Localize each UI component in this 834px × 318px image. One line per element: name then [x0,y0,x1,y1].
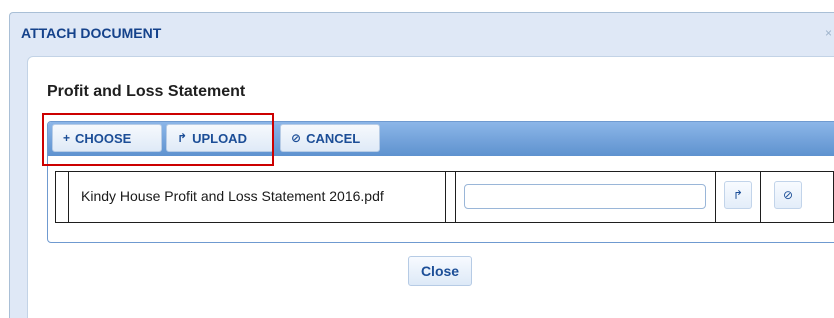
upload-icon: ↱ [732,188,744,202]
column-divider [445,172,446,222]
plus-icon: + [63,131,71,145]
dialog-title: ATTACH DOCUMENT [21,25,162,41]
close-icon[interactable]: × [825,26,832,40]
choose-button-label: CHOOSE [75,130,132,146]
file-upload-button[interactable]: ↱ [724,181,752,209]
cancel-icon: ⊘ [782,188,794,202]
uploader-toolbar: + CHOOSE ↱ UPLOAD ⊘ CANCEL [48,122,834,156]
upload-icon: ↱ [177,131,188,145]
column-divider [715,172,716,222]
section-title: Profit and Loss Statement [47,83,246,100]
file-uploader: + CHOOSE ↱ UPLOAD ⊘ CANCEL Kindy House P… [47,121,834,243]
page: ATTACH DOCUMENT × Profit and Loss Statem… [0,0,834,318]
upload-button-label: UPLOAD [192,130,247,146]
column-divider [455,172,456,222]
upload-button[interactable]: ↱ UPLOAD [166,124,274,152]
cancel-button-label: CANCEL [306,130,361,146]
file-name: Kindy House Profit and Loss Statement 20… [81,188,384,204]
column-divider [68,172,69,222]
cancel-icon: ⊘ [291,131,302,145]
file-row: Kindy House Profit and Loss Statement 20… [55,171,834,223]
file-cancel-button[interactable]: ⊘ [774,181,802,209]
file-description-input[interactable] [464,184,706,209]
choose-button[interactable]: + CHOOSE [52,124,162,152]
dialog-body: Profit and Loss Statement + CHOOSE ↱ UPL… [27,56,834,318]
cancel-button[interactable]: ⊘ CANCEL [280,124,380,152]
column-divider [760,172,761,222]
close-button[interactable]: Close [408,256,472,286]
attach-document-dialog: ATTACH DOCUMENT × Profit and Loss Statem… [9,12,834,318]
